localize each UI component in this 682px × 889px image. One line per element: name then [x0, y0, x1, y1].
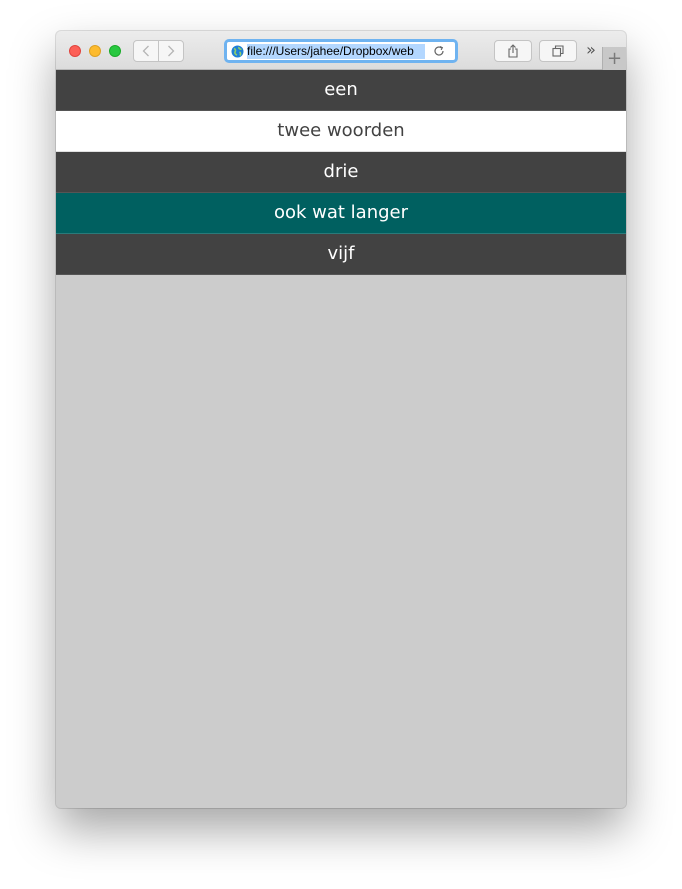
tabs-icon — [552, 45, 564, 57]
menu-item-twee-woorden[interactable]: twee woorden — [56, 111, 626, 152]
plus-icon: + — [606, 47, 623, 69]
menu-item-drie[interactable]: drie — [56, 152, 626, 193]
forward-button[interactable] — [158, 41, 183, 61]
menu-item-vijf[interactable]: vijf — [56, 234, 626, 275]
chevron-left-icon — [142, 45, 149, 57]
globe-icon — [231, 45, 244, 57]
address-bar[interactable]: file:///Users/jahee/Dropbox/web — [224, 39, 458, 63]
menu-item-een[interactable]: een — [56, 70, 626, 111]
menu-item-ook-wat-langer[interactable]: ook wat langer — [56, 193, 626, 234]
chevron-right-icon — [168, 45, 175, 57]
reload-icon[interactable] — [433, 45, 445, 57]
page-content: een twee woorden drie ook wat langer vij… — [56, 70, 626, 808]
navigation-buttons — [133, 40, 184, 62]
share-icon — [508, 44, 518, 58]
share-button[interactable] — [494, 40, 532, 62]
browser-toolbar: file:///Users/jahee/Dropbox/web » + — [56, 31, 626, 70]
menu-list: een twee woorden drie ook wat langer vij… — [56, 70, 626, 275]
new-tab-button[interactable]: + — [602, 47, 626, 70]
back-button[interactable] — [134, 41, 158, 61]
browser-window: file:///Users/jahee/Dropbox/web » + een … — [56, 31, 626, 808]
tab-overview-button[interactable] — [539, 40, 577, 62]
toolbar-overflow-button[interactable]: » — [584, 42, 598, 58]
close-window-button[interactable] — [69, 45, 81, 57]
double-chevron-icon: » — [586, 40, 596, 59]
minimize-window-button[interactable] — [89, 45, 101, 57]
zoom-window-button[interactable] — [109, 45, 121, 57]
url-text[interactable]: file:///Users/jahee/Dropbox/web — [247, 43, 425, 59]
